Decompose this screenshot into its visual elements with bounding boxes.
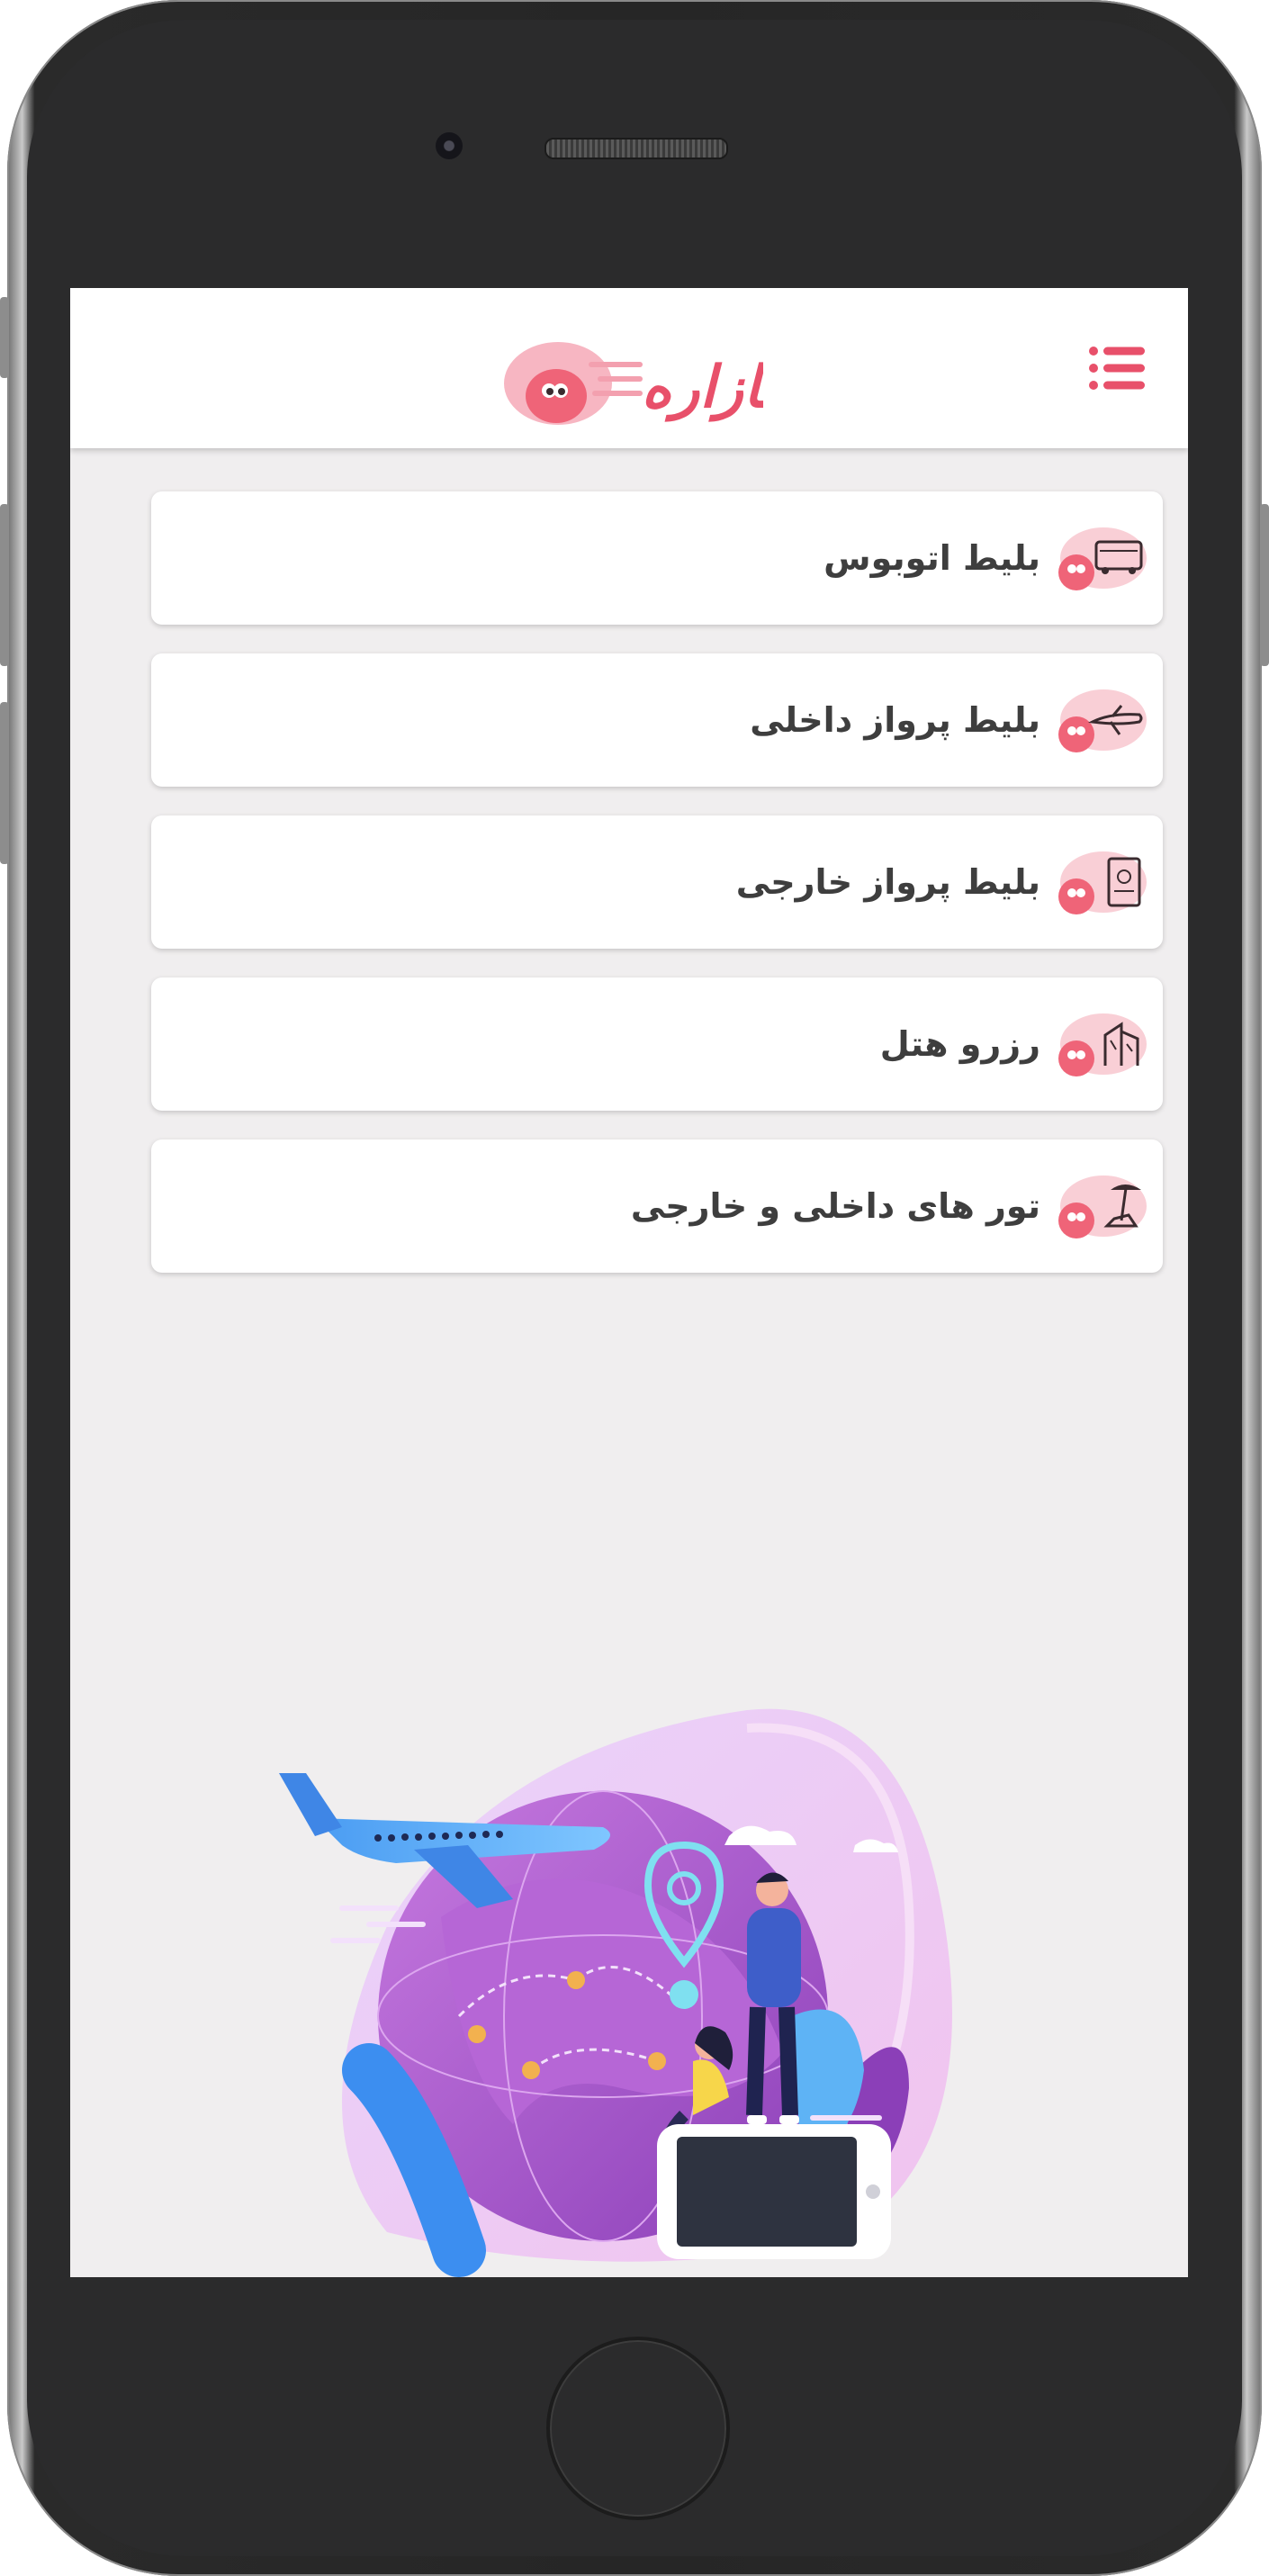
service-label: رزرو هتل xyxy=(879,1024,1040,1064)
hamburger-menu-button[interactable] xyxy=(1089,346,1145,391)
hotel-icon xyxy=(1057,1013,1147,1078)
list-menu-icon xyxy=(1089,347,1145,390)
silent-switch xyxy=(0,297,9,378)
service-label: بلیط اتوبوس xyxy=(824,538,1040,578)
passport-icon xyxy=(1057,851,1147,916)
service-label: بلیط پرواز خارجی xyxy=(735,862,1040,902)
app-screen: بازاره xyxy=(70,288,1188,2277)
service-item-hotel[interactable]: رزرو هتل xyxy=(151,977,1163,1111)
beach-umbrella-icon xyxy=(1057,1175,1147,1240)
earpiece-speaker xyxy=(544,138,728,159)
service-item-domestic-flight[interactable]: بلیط پرواز داخلی xyxy=(151,653,1163,787)
volume-down-button xyxy=(0,702,9,864)
service-label: بلیط پرواز داخلی xyxy=(750,700,1040,740)
volume-up-button xyxy=(0,504,9,666)
bus-icon xyxy=(1057,527,1147,592)
airplane-icon xyxy=(1057,689,1147,754)
power-button xyxy=(1260,504,1269,666)
app-header: بازاره xyxy=(70,288,1188,448)
front-camera xyxy=(436,132,463,159)
service-label: تور های داخلی و خارجی xyxy=(630,1186,1040,1226)
service-list: بلیط اتوبوس بلیط پرواز داخلی بلیط پرواز … xyxy=(151,491,1163,1302)
brand-logo[interactable]: بازاره xyxy=(502,331,778,430)
home-button[interactable] xyxy=(546,2337,730,2520)
service-item-tours[interactable]: تور های داخلی و خارجی xyxy=(151,1139,1163,1273)
travel-globe-illustration xyxy=(279,1692,981,2277)
logo-text: بازاره xyxy=(642,355,763,422)
service-item-bus[interactable]: بلیط اتوبوس xyxy=(151,491,1163,625)
service-item-international-flight[interactable]: بلیط پرواز خارجی xyxy=(151,815,1163,949)
